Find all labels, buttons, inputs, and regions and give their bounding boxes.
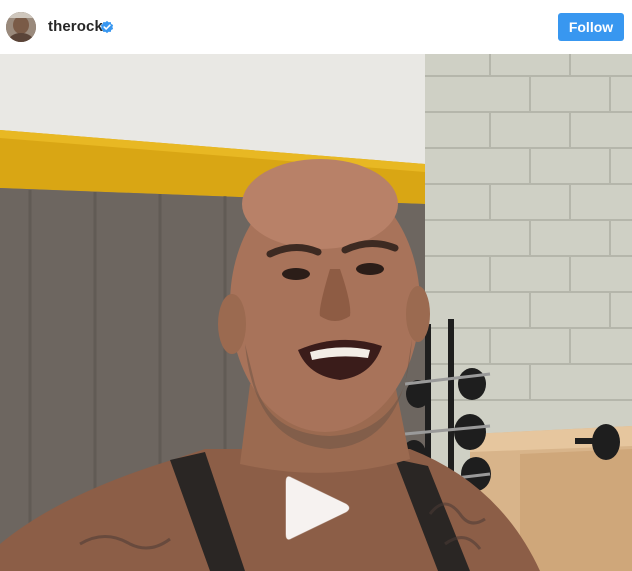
follow-button[interactable]: Follow <box>558 13 624 41</box>
verified-badge-icon <box>100 20 114 34</box>
post-header: therock Follow <box>0 0 632 54</box>
play-icon[interactable] <box>282 474 352 542</box>
video-player[interactable] <box>0 54 632 571</box>
avatar-image <box>6 12 36 42</box>
avatar[interactable] <box>6 12 36 42</box>
username-link[interactable]: therock <box>48 18 103 35</box>
instagram-post: therock Follow <box>0 0 632 571</box>
